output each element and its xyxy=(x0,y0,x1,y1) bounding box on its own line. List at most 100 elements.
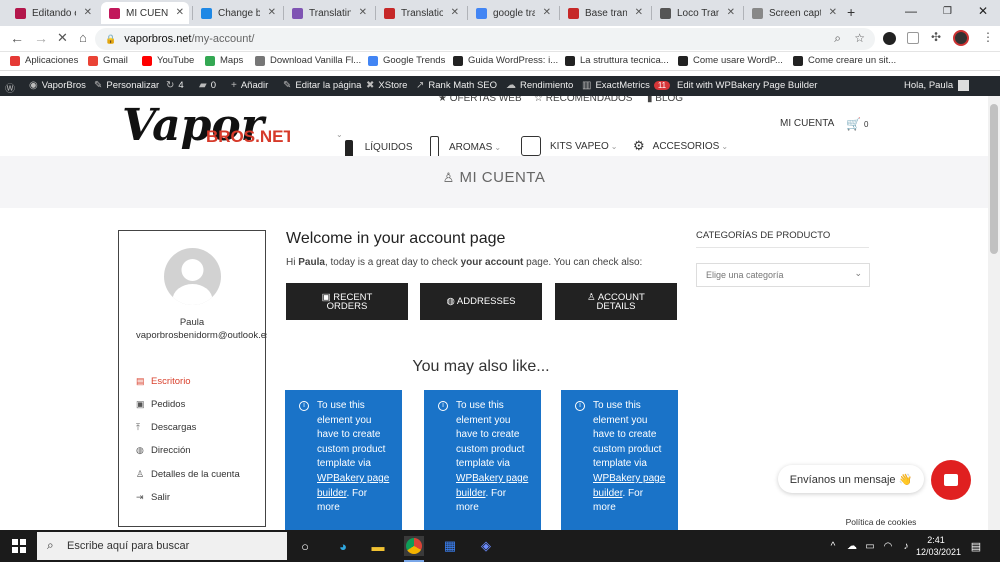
category-select[interactable]: Elige una categoría ⌄ xyxy=(696,263,870,287)
account-nav-label: Descargas xyxy=(151,422,197,433)
admin-bar-item[interactable]: Ⓦ xyxy=(5,80,19,95)
browser-tab[interactable]: MI CUENTA ✕ xyxy=(101,2,189,24)
recent-orders-line2: ORDERS xyxy=(326,300,368,312)
top-link-offers[interactable]: ★ OFERTAS WEB xyxy=(438,96,522,104)
tray-chevron-up-icon[interactable]: ^ xyxy=(823,536,843,556)
close-tab-icon[interactable]: ✕ xyxy=(268,7,276,18)
account-nav-item[interactable]: ⇥ Salir xyxy=(136,492,170,503)
notifications-icon[interactable]: ▤ xyxy=(966,536,986,556)
bookmark-item[interactable]: Come creare un sit... xyxy=(793,55,896,66)
url-bar[interactable]: 🔒 vaporbros.net/my-account/ ⌕ ☆ xyxy=(95,28,875,50)
related-heading: You may also like... xyxy=(412,358,550,375)
cookie-policy-link[interactable]: Política de cookies xyxy=(837,514,925,530)
puzzle-extensions-icon[interactable]: ✣ xyxy=(931,30,941,44)
account-nav-item[interactable]: ▣ Pedidos xyxy=(136,399,185,410)
admin-bar-item[interactable]: Edit with WPBakery Page Builder xyxy=(677,80,817,91)
bookmark-item[interactable]: Guida WordPress: i... xyxy=(453,55,558,66)
home-icon[interactable]: ⌂ xyxy=(79,30,87,45)
top-link-blog[interactable]: ▮ BLOG xyxy=(647,96,683,104)
cortana-icon[interactable]: ○ xyxy=(295,536,315,556)
stop-loading-icon[interactable]: ✕ xyxy=(57,30,68,46)
browser-tab[interactable]: Loco Transl ✕ xyxy=(652,2,740,24)
browser-tab[interactable]: google tran ✕ xyxy=(468,2,556,24)
cloud-tray-icon[interactable]: ☁ xyxy=(842,536,862,556)
browser-tab[interactable]: Translating ✕ xyxy=(284,2,372,24)
browser-tab[interactable]: Editando es ✕ xyxy=(7,2,97,24)
account-details-button[interactable]: ♙ ACCOUNT DETAILS xyxy=(555,283,677,320)
minimize-icon[interactable]: — xyxy=(905,4,917,18)
admin-bar-item[interactable]: + Añadir xyxy=(231,80,268,91)
close-tab-icon[interactable]: ✕ xyxy=(451,7,459,18)
site-logo[interactable]: Vapor BROS.NET xyxy=(120,98,294,158)
zoom-search-icon[interactable]: ⌕ xyxy=(834,31,841,46)
menu-aromas[interactable]: AROMAS ⌄ xyxy=(430,136,501,158)
back-icon[interactable]: ← xyxy=(10,30,24,46)
close-tab-icon[interactable]: ✕ xyxy=(635,7,643,18)
bookmark-item[interactable]: La struttura tecnica... xyxy=(565,55,669,66)
admin-bar-item[interactable]: ▰ 0 xyxy=(199,80,216,91)
bookmark-item[interactable]: YouTube xyxy=(142,55,194,66)
restore-icon[interactable]: ❐ xyxy=(943,6,952,17)
bookmark-item[interactable]: Google Trends xyxy=(368,55,445,66)
bookmark-item[interactable]: Maps xyxy=(205,55,243,66)
admin-bar-item[interactable]: ☁ Rendimiento xyxy=(506,80,573,91)
browser-tab[interactable]: Translation ✕ xyxy=(376,2,464,24)
windows-start-icon[interactable] xyxy=(9,536,29,556)
taskbar-clock[interactable]: 2:41 12/03/2021 xyxy=(916,534,961,558)
header-account-link[interactable]: MI CUENTA xyxy=(780,118,834,129)
file-explorer-icon[interactable]: ▬ xyxy=(368,536,388,556)
forward-icon[interactable]: → xyxy=(34,30,48,46)
extension-dark-icon[interactable] xyxy=(883,32,896,45)
chrome-icon[interactable] xyxy=(404,536,424,562)
browser-tab[interactable]: Base transl ✕ xyxy=(560,2,648,24)
account-nav-item[interactable]: ◍ Dirección xyxy=(136,445,191,456)
new-tab-button[interactable]: + xyxy=(847,4,855,20)
close-window-icon[interactable]: ✕ xyxy=(978,4,988,18)
store-icon[interactable]: ▦ xyxy=(440,536,460,556)
chat-button[interactable] xyxy=(931,460,971,500)
extension-frame-icon[interactable] xyxy=(907,32,919,44)
admin-bar-item[interactable]: ✖ XStore xyxy=(366,80,407,91)
browser-tab[interactable]: Change bul ✕ xyxy=(193,2,281,24)
bookmark-item[interactable]: Gmail xyxy=(88,55,128,66)
chat-prompt[interactable]: Envíanos un mensaje 👋 xyxy=(778,465,924,493)
volume-icon[interactable]: ♪ xyxy=(896,536,916,556)
close-tab-icon[interactable]: ✕ xyxy=(359,7,367,18)
close-tab-icon[interactable]: ✕ xyxy=(176,7,184,18)
profile-avatar[interactable] xyxy=(953,30,969,46)
browser-menu-icon[interactable]: ⋮ xyxy=(982,30,994,44)
close-tab-icon[interactable]: ✕ xyxy=(543,7,551,18)
admin-bar-item[interactable]: ▥ ExactMetrics 11 xyxy=(582,80,671,91)
top-link-recommended[interactable]: ☆ RECOMENDADOS xyxy=(534,96,632,104)
edge-browser-icon[interactable]: ◕ xyxy=(333,536,353,556)
scrollbar-thumb[interactable] xyxy=(990,104,998,254)
recent-orders-button[interactable]: ▣ RECENT ORDERS xyxy=(286,283,408,320)
taskbar-search[interactable]: ⌕ Escribe aquí para buscar xyxy=(37,532,287,560)
close-tab-icon[interactable]: ✕ xyxy=(727,7,735,18)
account-nav-item[interactable]: ⤒ Descargas xyxy=(136,422,196,433)
admin-bar-item[interactable]: ↻ 4 xyxy=(166,80,184,91)
bookmark-item[interactable]: Aplicaciones xyxy=(10,55,78,66)
account-nav-item[interactable]: ▤ Escritorio xyxy=(136,376,191,387)
product-placeholder-card: i To use this element you have to create … xyxy=(561,390,678,530)
menu-accesorios[interactable]: ⚙ ACCESORIOS ⌄ xyxy=(633,138,728,154)
admin-bar-item[interactable]: ◉ VaporBros xyxy=(29,80,86,91)
admin-bar-item[interactable]: ✎ Personalizar xyxy=(94,80,159,91)
addresses-button[interactable]: ◍ ADDRESSES xyxy=(420,283,542,320)
trends-icon xyxy=(368,55,378,66)
admin-bar-item[interactable]: ✎ Editar la página xyxy=(283,80,361,91)
menu-kits[interactable]: KITS VAPEO ⌄ xyxy=(521,136,617,156)
bookmark-star-icon[interactable]: ☆ xyxy=(854,31,865,45)
admin-greeting[interactable]: Hola, Paula xyxy=(904,80,970,91)
browser-tab[interactable]: Screen capt ✕ xyxy=(744,2,842,24)
admin-bar-item[interactable]: ↗ Rank Math SEO xyxy=(416,80,497,91)
header-cart[interactable]: 🛒 0 xyxy=(846,117,868,131)
account-nav-item[interactable]: ♙ Detalles de la cuenta xyxy=(136,469,240,480)
close-tab-icon[interactable]: ✕ xyxy=(84,7,92,18)
bookmark-item[interactable]: Download Vanilla Fl... xyxy=(255,55,361,66)
bookmark-item[interactable]: Come usare WordP... xyxy=(678,55,783,66)
game-controller-icon[interactable]: ◈ xyxy=(476,536,496,556)
battery-icon[interactable]: ▭ xyxy=(860,536,880,556)
close-tab-icon[interactable]: ✕ xyxy=(829,7,837,18)
wifi-icon[interactable]: ◠ xyxy=(878,536,898,556)
